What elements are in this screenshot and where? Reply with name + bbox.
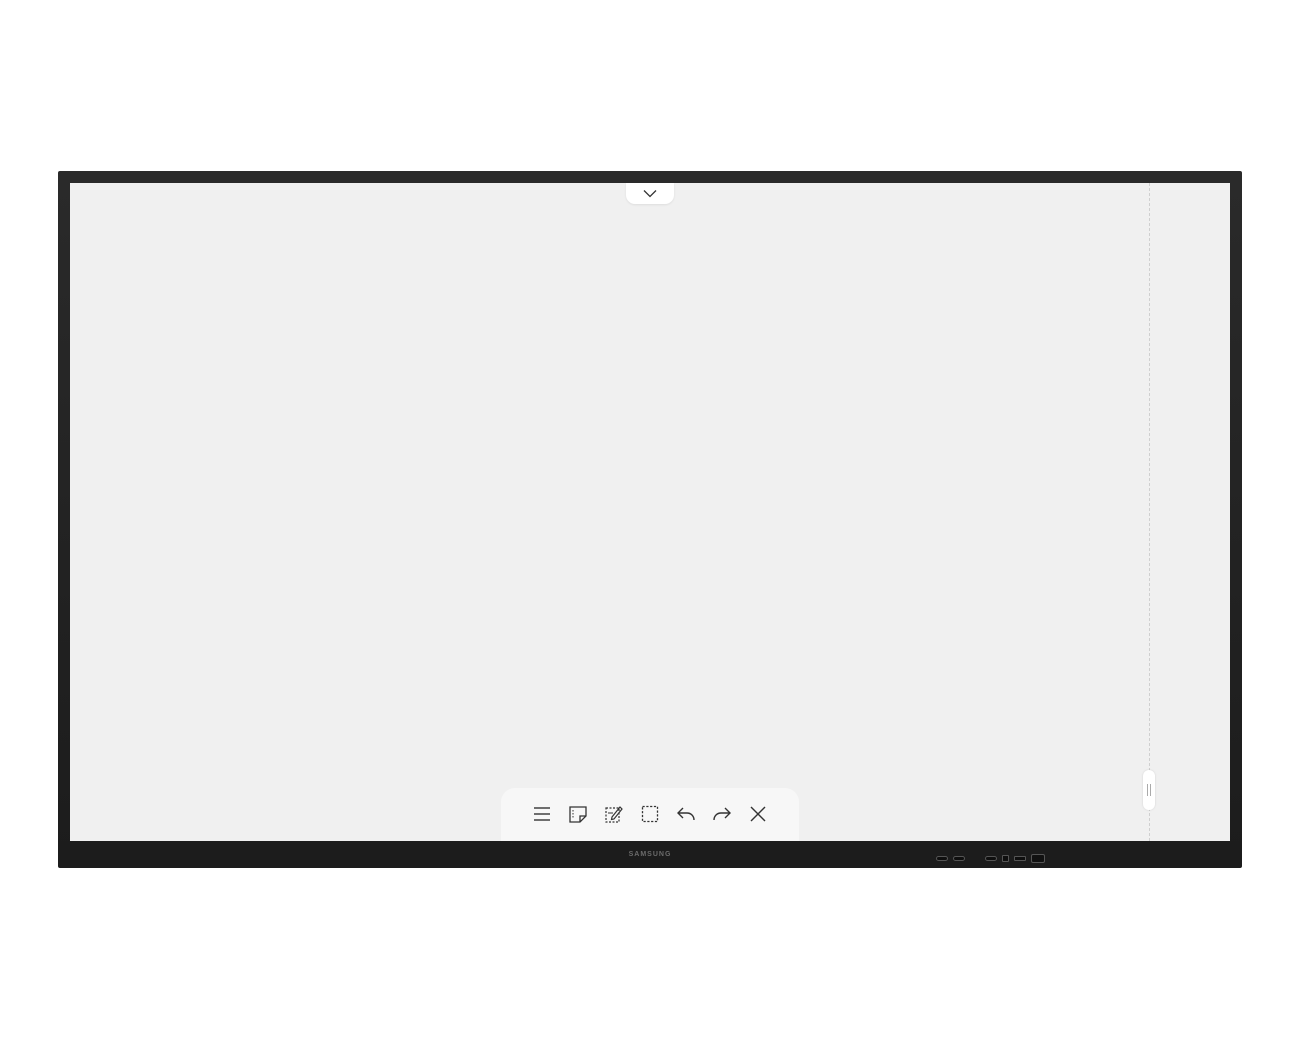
redo-button[interactable]: [709, 801, 735, 827]
dashed-selection-icon: [641, 805, 659, 823]
usb-port: [936, 855, 948, 861]
close-button[interactable]: [745, 801, 771, 827]
brand-logo: SAMSUNG: [628, 851, 672, 858]
side-panel-divider: [1149, 183, 1150, 841]
port-square: [1002, 854, 1009, 862]
top-pull-tab[interactable]: [626, 183, 674, 204]
usb-port: [985, 855, 997, 861]
edit-note-button[interactable]: [601, 801, 627, 827]
hamburger-menu-icon: [534, 807, 550, 821]
bottom-toolbar: [501, 788, 799, 841]
sticky-note-button[interactable]: [565, 801, 591, 827]
undo-button[interactable]: [673, 801, 699, 827]
selection-button[interactable]: [637, 801, 663, 827]
sticky-note-icon: [569, 806, 587, 823]
side-panel-handle[interactable]: [1143, 770, 1155, 810]
display-device: SAMSUNG: [58, 171, 1242, 868]
sensor-window: [1031, 853, 1045, 863]
close-icon: [750, 806, 766, 822]
hdmi-port: [1014, 855, 1026, 861]
edit-note-icon: [605, 806, 623, 823]
usb-port: [953, 855, 965, 861]
chevron-down-icon: [643, 190, 657, 198]
menu-button[interactable]: [529, 801, 555, 827]
undo-icon: [677, 807, 695, 821]
whiteboard-canvas[interactable]: [70, 183, 1230, 841]
drag-handle-icon: [1147, 784, 1151, 796]
redo-icon: [713, 807, 731, 821]
front-ports: [936, 853, 1045, 863]
